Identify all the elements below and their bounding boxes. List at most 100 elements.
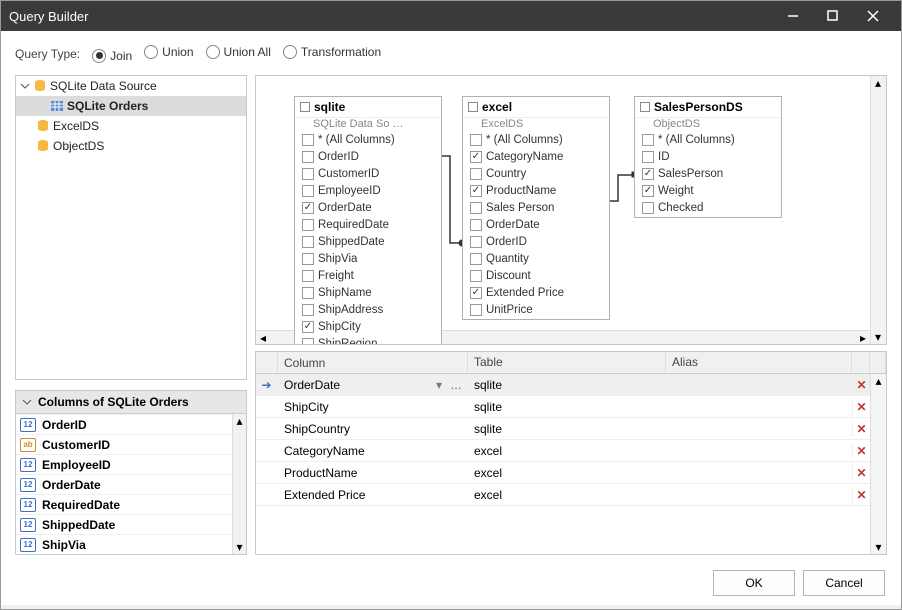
field-row[interactable]: * (All Columns) <box>463 132 609 149</box>
checkbox[interactable] <box>302 185 314 197</box>
field-row[interactable]: ShipVia <box>295 251 441 268</box>
cell-table[interactable]: sqlite <box>468 422 666 436</box>
field-row[interactable]: Checked <box>635 200 781 217</box>
scroll-up-icon[interactable]: ▴ <box>233 414 246 428</box>
checkbox[interactable] <box>302 321 314 333</box>
field-row[interactable]: CategoryName <box>463 149 609 166</box>
field-row[interactable]: Sales Person <box>463 200 609 217</box>
table-handle-icon[interactable] <box>300 102 310 112</box>
field-row[interactable]: Extended Price <box>463 285 609 302</box>
field-row[interactable]: * (All Columns) <box>635 132 781 149</box>
checkbox[interactable] <box>302 287 314 299</box>
checkbox[interactable] <box>302 304 314 316</box>
field-row[interactable]: SalesPerson <box>635 166 781 183</box>
field-row[interactable]: UnitPrice <box>463 302 609 319</box>
scroll-up-icon[interactable]: ▴ <box>871 374 886 388</box>
checkbox[interactable] <box>302 253 314 265</box>
query-type-union[interactable]: Union <box>144 45 193 59</box>
scroll-left-icon[interactable]: ◂ <box>256 331 270 345</box>
field-row[interactable]: CustomerID <box>295 166 441 183</box>
checkbox[interactable] <box>302 151 314 163</box>
checkbox[interactable] <box>302 168 314 180</box>
caret-down-icon[interactable] <box>22 397 32 407</box>
cell-table[interactable]: excel <box>468 466 666 480</box>
checkbox[interactable] <box>470 270 482 282</box>
checkbox[interactable] <box>642 151 654 163</box>
tree-item[interactable]: ExcelDS <box>16 116 246 136</box>
minimize-button[interactable] <box>773 1 813 31</box>
diagram-canvas[interactable]: ◂▸ ▴▾ sqlite SQLite Data So … * (All Col… <box>255 75 887 346</box>
checkbox[interactable] <box>470 185 482 197</box>
field-row[interactable]: ProductName <box>463 183 609 200</box>
close-button[interactable] <box>853 1 893 31</box>
field-row[interactable]: OrderDate <box>295 200 441 217</box>
grid-row[interactable]: Extended Price excel ✕ <box>256 484 870 506</box>
output-columns-grid[interactable]: Column Table Alias ➔ OrderDate▾… sqlite … <box>255 351 887 555</box>
checkbox[interactable] <box>470 253 482 265</box>
scroll-up-icon[interactable]: ▴ <box>871 76 885 90</box>
field-row[interactable]: EmployeeID <box>295 183 441 200</box>
cell-column[interactable]: ShipCity <box>284 400 329 414</box>
checkbox[interactable] <box>642 185 654 197</box>
cell-column[interactable]: Extended Price <box>284 488 365 502</box>
column-item[interactable]: 12RequiredDate <box>16 494 232 514</box>
cell-table[interactable]: excel <box>468 444 666 458</box>
field-row[interactable]: ShipCity <box>295 319 441 336</box>
field-row[interactable]: ShipRegion <box>295 336 441 346</box>
scroll-down-icon[interactable]: ▾ <box>871 540 886 554</box>
field-row[interactable]: OrderID <box>295 149 441 166</box>
column-item[interactable]: 12ShipVia <box>16 534 232 554</box>
column-item[interactable]: abCustomerID <box>16 434 232 454</box>
field-row[interactable]: ShipName <box>295 285 441 302</box>
scroll-down-icon[interactable]: ▾ <box>871 330 885 344</box>
checkbox[interactable] <box>642 134 654 146</box>
checkbox[interactable] <box>470 168 482 180</box>
scrollbar-vertical[interactable]: ▴▾ <box>870 374 886 554</box>
maximize-button[interactable] <box>813 1 853 31</box>
scroll-right-icon[interactable]: ▸ <box>856 331 870 345</box>
field-row[interactable]: Weight <box>635 183 781 200</box>
delete-row-button[interactable]: ✕ <box>852 378 870 392</box>
checkbox[interactable] <box>470 236 482 248</box>
delete-row-button[interactable]: ✕ <box>852 422 870 436</box>
query-type-union-all[interactable]: Union All <box>206 45 271 59</box>
grid-header-table[interactable]: Table <box>468 352 666 373</box>
field-row[interactable]: ID <box>635 149 781 166</box>
scrollbar-vertical[interactable]: ▴▾ <box>870 76 886 345</box>
field-row[interactable]: ShipAddress <box>295 302 441 319</box>
checkbox[interactable] <box>642 168 654 180</box>
tree-item[interactable]: ObjectDS <box>16 136 246 156</box>
checkbox[interactable] <box>302 134 314 146</box>
field-row[interactable]: OrderID <box>463 234 609 251</box>
query-type-transformation[interactable]: Transformation <box>283 45 381 59</box>
checkbox[interactable] <box>302 338 314 345</box>
delete-row-button[interactable]: ✕ <box>852 444 870 458</box>
grid-header-column[interactable]: Column <box>278 352 468 373</box>
checkbox[interactable] <box>642 202 654 214</box>
checkbox[interactable] <box>302 270 314 282</box>
field-row[interactable]: * (All Columns) <box>295 132 441 149</box>
field-row[interactable]: Discount <box>463 268 609 285</box>
cell-table[interactable]: sqlite <box>468 400 666 414</box>
field-row[interactable]: Quantity <box>463 251 609 268</box>
scrollbar-vertical[interactable]: ▴ ▾ <box>232 414 246 554</box>
ellipsis-icon[interactable]: … <box>450 378 462 392</box>
column-item[interactable]: 12OrderID <box>16 414 232 434</box>
field-row[interactable]: ShippedDate <box>295 234 441 251</box>
cell-table[interactable]: excel <box>468 488 666 502</box>
grid-row[interactable]: ShipCity sqlite ✕ <box>256 396 870 418</box>
table-box-SalesPersonDS[interactable]: SalesPersonDS ObjectDS * (All Columns)ID… <box>634 96 782 218</box>
column-item[interactable]: 12EmployeeID <box>16 454 232 474</box>
column-item[interactable]: 12OrderDate <box>16 474 232 494</box>
checkbox[interactable] <box>470 202 482 214</box>
scroll-down-icon[interactable]: ▾ <box>233 540 246 554</box>
cancel-button[interactable]: Cancel <box>803 570 885 596</box>
grid-row[interactable]: ProductName excel ✕ <box>256 462 870 484</box>
grid-header-alias[interactable]: Alias <box>666 352 852 373</box>
checkbox[interactable] <box>470 219 482 231</box>
column-item[interactable]: 12ShippedDate <box>16 514 232 534</box>
caret-down-icon[interactable] <box>20 81 30 91</box>
data-source-tree[interactable]: SQLite Data Source SQLite OrdersExcelDSO… <box>15 75 247 381</box>
table-box-excel[interactable]: excel ExcelDS * (All Columns)CategoryNam… <box>462 96 610 320</box>
field-row[interactable]: Country <box>463 166 609 183</box>
